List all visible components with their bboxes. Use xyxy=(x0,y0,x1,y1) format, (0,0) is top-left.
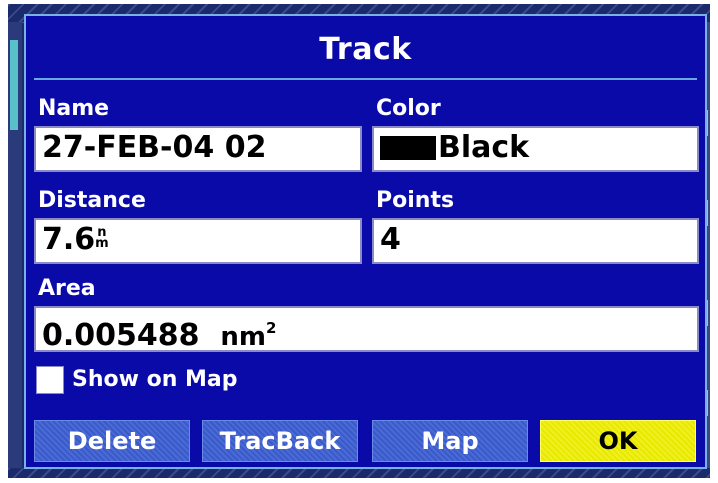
name-label: Name xyxy=(38,96,110,121)
dialog-title: Track xyxy=(319,32,412,67)
ok-button[interactable]: OK xyxy=(540,420,696,462)
color-field[interactable]: Black xyxy=(372,126,699,172)
title-divider xyxy=(34,78,697,80)
distance-field: 7.6 n m xyxy=(34,218,362,264)
color-value: Black xyxy=(438,130,530,165)
frame-left-tab xyxy=(10,40,18,130)
distance-unit: nm xyxy=(95,226,109,251)
area-field: 0.005488 nm2 xyxy=(34,306,699,352)
area-value: 0.005488 xyxy=(42,318,200,352)
name-value: 27-FEB-04 02 xyxy=(42,130,267,165)
distance-value: 7.6 xyxy=(42,222,96,257)
points-field: 4 xyxy=(372,218,699,264)
area-unit: nm xyxy=(220,322,267,352)
area-unit-sup: 2 xyxy=(266,319,277,337)
show-on-map-label: Show on Map xyxy=(72,367,238,392)
name-field[interactable]: 27-FEB-04 02 xyxy=(34,126,362,172)
frame-bottom-border xyxy=(8,468,710,478)
points-value: 4 xyxy=(380,222,401,257)
map-button[interactable]: Map xyxy=(372,420,528,462)
area-label: Area xyxy=(38,276,96,301)
track-dialog: Track Name 27-FEB-04 02 Color Black Dist… xyxy=(24,14,707,469)
color-label: Color xyxy=(376,96,441,121)
distance-label: Distance xyxy=(38,188,146,213)
points-label: Points xyxy=(376,188,455,213)
distance-unit-bottom: m xyxy=(95,236,109,251)
tracback-button[interactable]: TracBack xyxy=(202,420,358,462)
show-on-map-checkbox[interactable] xyxy=(36,366,64,394)
color-swatch xyxy=(380,136,436,160)
delete-button[interactable]: Delete xyxy=(34,420,190,462)
